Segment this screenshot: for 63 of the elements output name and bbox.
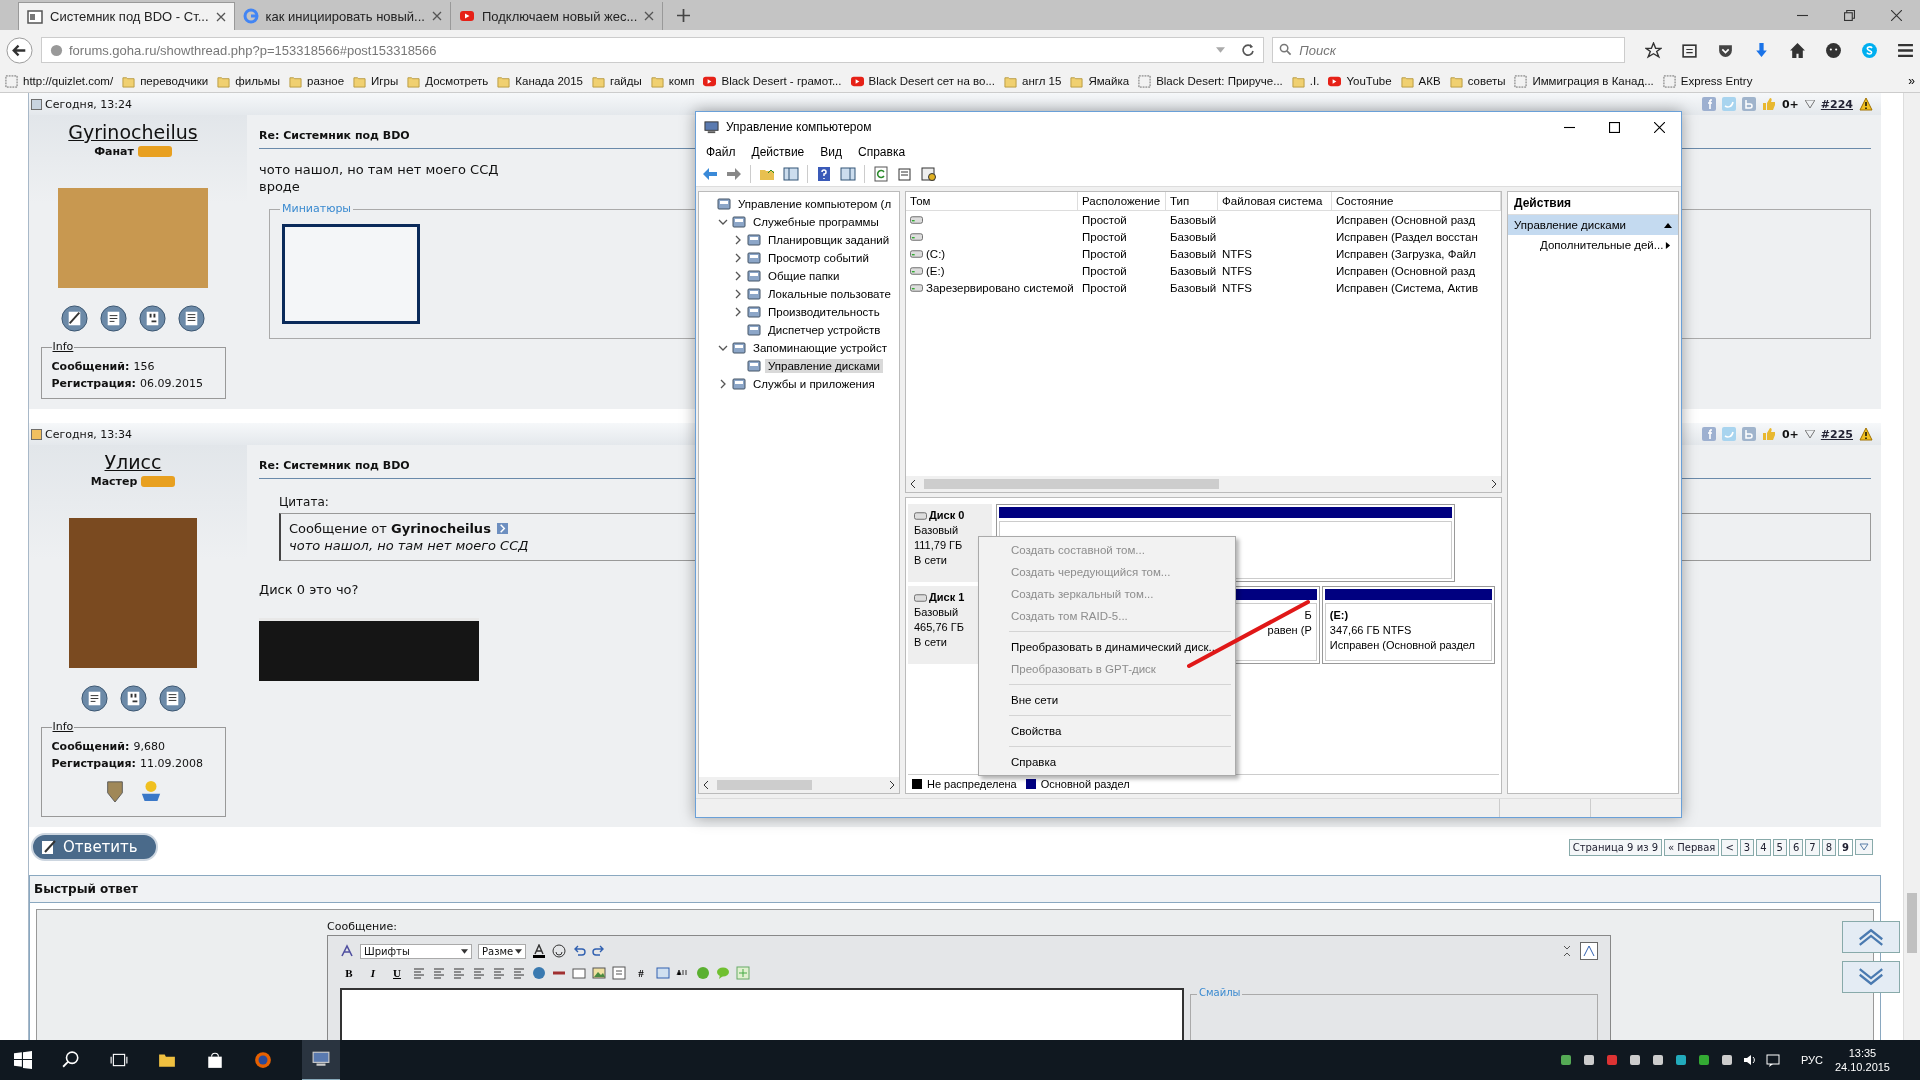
user-rank: Мастер: [90, 475, 138, 488]
attachments-legend: Миниатюры: [280, 202, 354, 215]
post-text: чото нашол, но там нет моего ССД: [259, 161, 499, 178]
quote-label: Цитата:: [279, 495, 330, 509]
rating-value: 0+: [1781, 427, 1799, 441]
message-label: Сообщение:: [327, 920, 398, 933]
table-cell: Исправен (Основной разд: [1336, 264, 1476, 277]
table-cell: (E:): [926, 264, 945, 277]
info-label: Регистрация:: [51, 757, 136, 770]
quote-text: чото нашол, но там нет моего ССД: [289, 537, 529, 554]
disk-name: Диск 0: [929, 508, 965, 523]
table-cell: NTFS: [1222, 247, 1253, 260]
table-cell: Исправен (Основной разд: [1336, 213, 1476, 226]
info-label: Сообщений:: [51, 740, 130, 753]
partition-text: Исправен (Основной раздел: [1329, 638, 1475, 653]
info-value: 9,680: [133, 740, 165, 753]
table-cell: Базовый: [1170, 264, 1217, 277]
info-legend: Info: [51, 720, 75, 733]
info-label: Регистрация:: [51, 377, 136, 390]
smilies-legend: Смайлы: [1197, 987, 1243, 998]
table-cell: Базовый: [1170, 247, 1217, 260]
table-cell: (C:): [926, 247, 946, 260]
table-cell: Исправен (Система, Актив: [1336, 281, 1479, 294]
post-time: Сегодня, 13:34: [45, 427, 133, 441]
post-text: Диск 0 это чо?: [259, 581, 359, 598]
table-cell: Исправен (Загрузка, Файл: [1336, 247, 1476, 260]
disk-type: Базовый: [914, 523, 960, 538]
rating-value: 0+: [1781, 97, 1799, 111]
post-text: вроде: [259, 178, 300, 195]
disk-type: Базовый: [914, 605, 960, 620]
disk-name: Диск 1: [929, 590, 965, 605]
info-value: 11.09.2008: [140, 757, 203, 770]
table-cell: Простой: [1082, 247, 1127, 260]
disk-size: 111,79 ГБ: [914, 538, 964, 553]
table-cell: NTFS: [1222, 281, 1253, 294]
table-cell: Простой: [1082, 264, 1127, 277]
quote-author: Сообщение от Gyrinocheilus: [289, 520, 491, 537]
table-cell: Зарезервировано системой: [926, 281, 1074, 294]
partition-text: Б: [1304, 608, 1312, 623]
table-cell: NTFS: [1222, 264, 1253, 277]
legend-label: Основной раздел: [1040, 778, 1130, 790]
post-time: Сегодня, 13:24: [45, 97, 133, 111]
disk-status: В сети: [914, 635, 948, 650]
user-rank: Фанат: [94, 145, 134, 158]
table-cell: Исправен (Раздел восстан: [1336, 230, 1478, 243]
table-cell: Базовый: [1170, 281, 1217, 294]
partition-text: 347,66 ГБ NTFS: [1329, 623, 1412, 638]
page-summary: Страница 9 из 9: [1568, 838, 1663, 856]
disk-status: В сети: [914, 553, 948, 568]
table-cell: Простой: [1082, 213, 1127, 226]
info-label: Сообщений:: [51, 360, 130, 373]
partition-text: равен (Р: [1267, 623, 1312, 638]
info-value: 156: [133, 360, 155, 373]
table-cell: Базовый: [1170, 213, 1217, 226]
info-value: 06.09.2015: [140, 377, 203, 390]
quick-reply-title: Быстрый ответ: [30, 876, 1880, 903]
disk-size: 465,76 ГБ: [914, 620, 965, 635]
partition-label: (E:): [1329, 609, 1349, 621]
info-legend: Info: [51, 340, 75, 353]
table-cell: Простой: [1082, 230, 1127, 243]
legend-label: Не распределена: [927, 778, 1017, 790]
table-cell: Базовый: [1170, 230, 1217, 243]
table-cell: Простой: [1082, 281, 1127, 294]
